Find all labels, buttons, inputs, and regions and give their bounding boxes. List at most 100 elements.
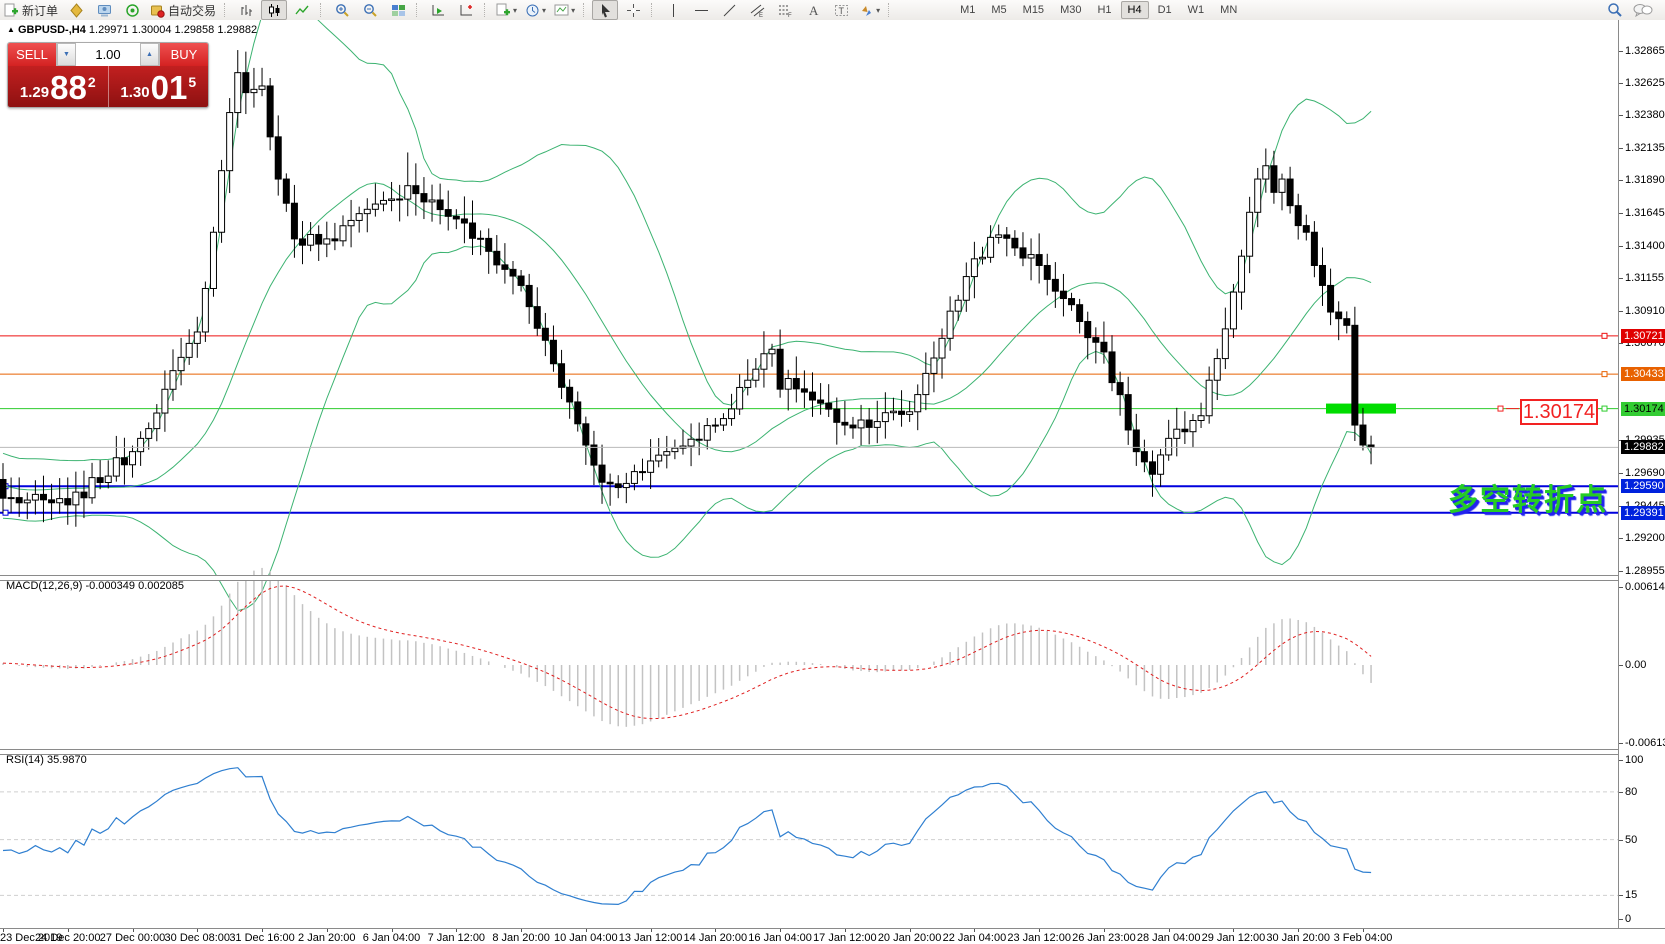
indicators-button[interactable]: ▾ (493, 0, 520, 20)
zoom-in-button[interactable] (329, 0, 355, 20)
price-badge: 1.30433 (1621, 367, 1665, 381)
time-tick-label: 6 Jan 04:00 (363, 932, 421, 944)
fibonacci-button[interactable]: F (772, 0, 798, 20)
price-tick-label: 1.29690 (1625, 467, 1665, 479)
rsi-tick-label: 0 (1625, 913, 1631, 925)
horizontal-line-button[interactable] (688, 0, 714, 20)
crosshair-button[interactable] (620, 0, 646, 20)
timeframe-button-H4[interactable]: H4 (1121, 1, 1149, 19)
price-chart-canvas[interactable] (0, 20, 1618, 928)
buy-button[interactable]: BUY (160, 43, 208, 66)
profile-icon[interactable] (63, 0, 89, 20)
signals-icon[interactable] (119, 0, 145, 20)
collapse-icon[interactable]: ▲ (7, 25, 15, 34)
time-tick-label: 29 Jan 12:00 (1202, 932, 1266, 944)
time-tick-label: 7 Jan 12:00 (428, 932, 486, 944)
timeframe-button-W1[interactable]: W1 (1181, 1, 1212, 19)
time-tick-label: 24 Dec 20:00 (35, 932, 100, 944)
timeframe-group: M1M5M15M30H1H4D1W1MN (952, 1, 1245, 19)
sell-price-prefix: 1.29 (20, 84, 49, 101)
search-icon[interactable] (1602, 0, 1628, 20)
mt4-window: 新订单 自动交易 ▾ ▾ ▾ E F A T ▾ (0, 0, 1665, 944)
svg-text:F: F (788, 13, 792, 18)
cursor-button[interactable] (592, 0, 618, 20)
bar-chart-button[interactable] (233, 0, 259, 20)
time-tick-label: 30 Jan 20:00 (1266, 932, 1330, 944)
svg-text:A: A (809, 3, 819, 18)
timeframe-button-H1[interactable]: H1 (1090, 1, 1118, 19)
timeframe-button-D1[interactable]: D1 (1151, 1, 1179, 19)
templates-button[interactable]: ▾ (551, 0, 578, 20)
time-axis[interactable]: 23 Dec 201924 Dec 20:0027 Dec 00:0030 De… (0, 928, 1665, 944)
toolbar-separator (888, 3, 892, 17)
time-tick-label: 14 Jan 20:00 (684, 932, 748, 944)
sell-price-point: 2 (88, 74, 96, 90)
line-handle[interactable] (1602, 406, 1607, 411)
chinese-annotation[interactable]: 多空转折点 (1448, 475, 1608, 519)
timeframe-button-M1[interactable]: M1 (953, 1, 982, 19)
timeframe-button-M30[interactable]: M30 (1053, 1, 1088, 19)
rsi-line (3, 768, 1371, 905)
panel-separator[interactable] (0, 749, 1665, 755)
equidistant-channel-button[interactable]: E (744, 0, 770, 20)
svg-text:T: T (838, 6, 844, 16)
autotrading-icon (150, 3, 165, 18)
auto-scroll-button[interactable] (425, 0, 451, 20)
chart-area[interactable]: ▲ GBPUSD-,H4 1.29971 1.30004 1.29858 1.2… (0, 20, 1665, 944)
price-tick-label: 1.32865 (1625, 45, 1665, 57)
highlight-rectangle[interactable] (1326, 404, 1396, 414)
rsi-indicator-label: RSI(14) 35.9870 (6, 754, 87, 766)
price-tick-label: 1.32135 (1625, 142, 1665, 154)
line-handle[interactable] (1602, 333, 1607, 338)
new-order-button[interactable]: 新订单 (1, 0, 61, 20)
zoom-out-button[interactable] (357, 0, 383, 20)
macd-tick-label: 0.00 (1625, 659, 1646, 671)
sell-price-pips: 88 (50, 71, 87, 104)
time-tick-label: 20 Jan 20:00 (878, 932, 942, 944)
toolbar-separator (320, 3, 324, 17)
sell-button[interactable]: SELL (8, 43, 56, 66)
time-tick-label: 10 Jan 04:00 (554, 932, 618, 944)
time-tick-label: 22 Jan 04:00 (943, 932, 1007, 944)
timeframe-button-M5[interactable]: M5 (984, 1, 1013, 19)
volume-input[interactable] (76, 43, 140, 66)
toolbar-separator (416, 3, 420, 17)
vertical-line-button[interactable] (660, 0, 686, 20)
text-label-button[interactable]: T (828, 0, 854, 20)
text-button[interactable]: A (800, 0, 826, 20)
time-tick-label: 27 Dec 00:00 (100, 932, 165, 944)
toolbar-separator (651, 3, 655, 17)
terminal-icon[interactable] (91, 0, 117, 20)
arrows-button[interactable]: ▾ (856, 0, 883, 20)
buy-price-display[interactable]: 1.30 01 5 (109, 66, 209, 107)
line-chart-button[interactable] (289, 0, 315, 20)
volume-decrease-button[interactable]: ▼ (57, 43, 76, 66)
trendline-button[interactable] (716, 0, 742, 20)
line-handle[interactable] (1602, 372, 1607, 377)
line-handle[interactable] (3, 510, 8, 515)
periods-button[interactable]: ▾ (522, 0, 549, 20)
drawn-objects (0, 333, 1618, 515)
candlestick-chart-button[interactable] (261, 0, 287, 20)
timeframe-button-M15[interactable]: M15 (1016, 1, 1051, 19)
chart-shift-button[interactable] (453, 0, 479, 20)
volume-increase-button[interactable]: ▲ (140, 43, 159, 66)
time-tick-label: 13 Jan 12:00 (619, 932, 683, 944)
chart-title: ▲ GBPUSD-,H4 1.29971 1.30004 1.29858 1.2… (7, 24, 257, 36)
price-badge: 1.29391 (1621, 506, 1665, 520)
line-handle[interactable] (1498, 406, 1503, 411)
sell-price-display[interactable]: 1.29 88 2 (8, 66, 109, 107)
symbol-period-label: GBPUSD-,H4 (18, 24, 86, 36)
price-tick-label: 1.31890 (1625, 174, 1665, 186)
time-tick-label: 16 Jan 04:00 (748, 932, 812, 944)
price-tick-label: 1.31645 (1625, 207, 1665, 219)
price-axis[interactable]: 1.328651.326251.323801.321351.318901.316… (1618, 20, 1665, 928)
rsi-tick-label: 100 (1625, 754, 1643, 766)
community-chat-icon[interactable] (1630, 0, 1656, 20)
timeframe-button-MN[interactable]: MN (1213, 1, 1244, 19)
price-annotation-box[interactable]: 1.30174 (1520, 399, 1598, 425)
panel-separator[interactable] (0, 575, 1665, 581)
time-tick-label: 26 Jan 23:00 (1072, 932, 1136, 944)
autotrading-button[interactable]: 自动交易 (147, 0, 219, 20)
tile-windows-button[interactable] (385, 0, 411, 20)
